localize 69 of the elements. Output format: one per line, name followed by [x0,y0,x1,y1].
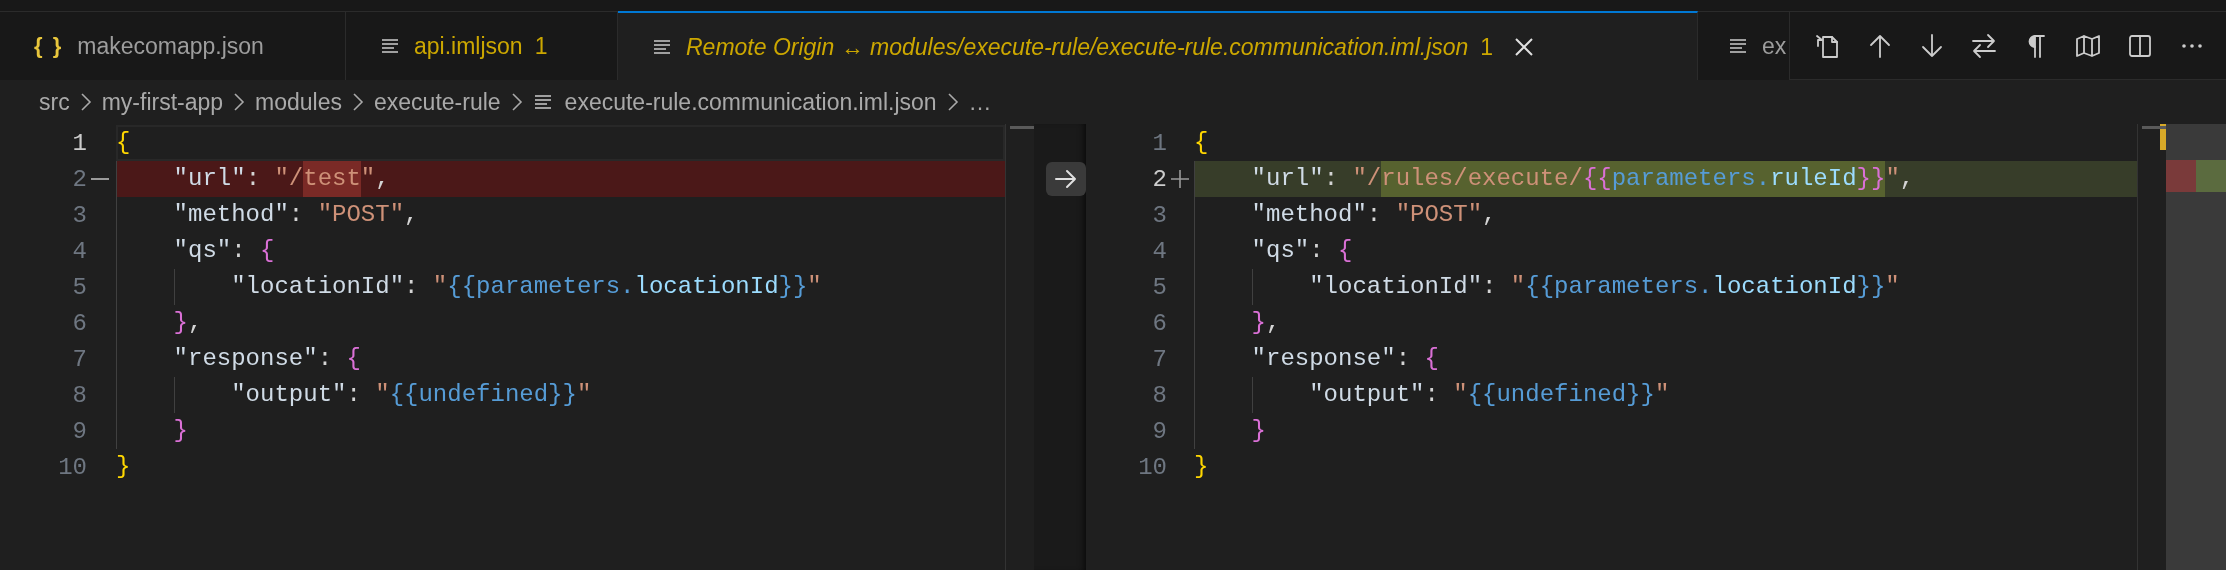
overview-removed-mark [2166,160,2196,192]
line-number: 3 [1151,201,1167,229]
line-number: 10 [1137,453,1167,481]
arrow-right-icon [1054,169,1078,189]
line-number: 5 [1151,273,1167,301]
close-icon[interactable] [1513,36,1536,58]
more-crumb[interactable]: … [968,88,992,116]
breadcrumb-item[interactable]: modules [255,88,342,116]
code-line: "url": "/rules/execute/{{parameters.ruleId}}", [1250,165,1915,192]
line-number: 5 [71,273,87,301]
editor-tab[interactable]: Remote Origin ↔ modules/execute-rule/execute-rule.communication.iml.json 1 [618,11,1698,81]
breadcrumb-item[interactable]: src [39,88,70,116]
breadcrumb-item[interactable]: execute-rule.communication.iml.json [532,88,937,116]
code-line: } [172,417,188,444]
file-lines-icon [1728,37,1748,55]
chevron-icon [510,92,523,112]
scrollbar-thumb[interactable] [1010,126,1034,129]
scrollbar-thumb[interactable] [2142,126,2166,129]
code-line: { [1194,129,1209,156]
revert-arrow-button[interactable] [1046,162,1086,196]
line-number: 4 [1151,237,1167,265]
chevron-icon [352,92,364,112]
code-line: }, [1250,309,1281,336]
overview-added-mark [2196,160,2226,192]
code-line: "locationId": "{{parameters.locationId}}" [230,273,822,300]
file-lines-icon [652,38,672,56]
code-line: "qs": { [1250,237,1353,264]
code-line: { [116,129,131,156]
file-lines-icon [380,37,400,55]
code-line: "method": "POST", [172,201,419,228]
line-number: 8 [71,381,87,409]
editor-tab[interactable]: ex [1698,11,1790,80]
code-line: }, [172,309,203,336]
code-line: } [1194,453,1209,480]
line-number: 10 [57,453,87,481]
json-icon: { } [34,33,64,59]
code-line: "output": "{{undefined}}" [1308,381,1670,408]
code-line: "qs": { [172,237,275,264]
line-number: 6 [1151,309,1167,337]
line-number: 2 [1151,165,1167,193]
line-number: 8 [1151,381,1167,409]
breadcrumb-item[interactable]: my-first-app [101,88,224,116]
line-number: 9 [71,417,87,445]
code-line: "url": "/test", [172,165,390,192]
code-line: "response": { [172,345,361,372]
chevron-icon [79,92,92,112]
line-number: 9 [1151,417,1167,445]
file-lines-icon [532,93,553,111]
line-number: 2 [71,165,87,193]
line-number: 6 [71,309,87,337]
chevron-icon [233,92,246,112]
line-number: 1 [71,129,87,157]
swap-icon[interactable] [1970,31,1998,60]
breadcrumb-item[interactable]: execute-rule [374,88,501,116]
line-number: 7 [1151,345,1167,373]
code-line: "output": "{{undefined}}" [230,381,592,408]
editor-tab[interactable]: api.imljson 1 [346,11,618,80]
overview-cursor [2160,124,2166,150]
code-line: } [1250,417,1266,444]
chevron-icon [946,92,959,112]
line-number: 1 [1151,129,1167,157]
line-number: 7 [71,345,87,373]
line-number: 3 [71,201,87,229]
code-line: "response": { [1250,345,1439,372]
code-line: "locationId": "{{parameters.locationId}}" [1308,273,1900,300]
line-number: 4 [71,237,87,265]
editor-tab[interactable]: { } makecomapp.json [0,11,346,80]
code-line: "method": "POST", [1250,201,1497,228]
code-line: } [116,453,131,480]
